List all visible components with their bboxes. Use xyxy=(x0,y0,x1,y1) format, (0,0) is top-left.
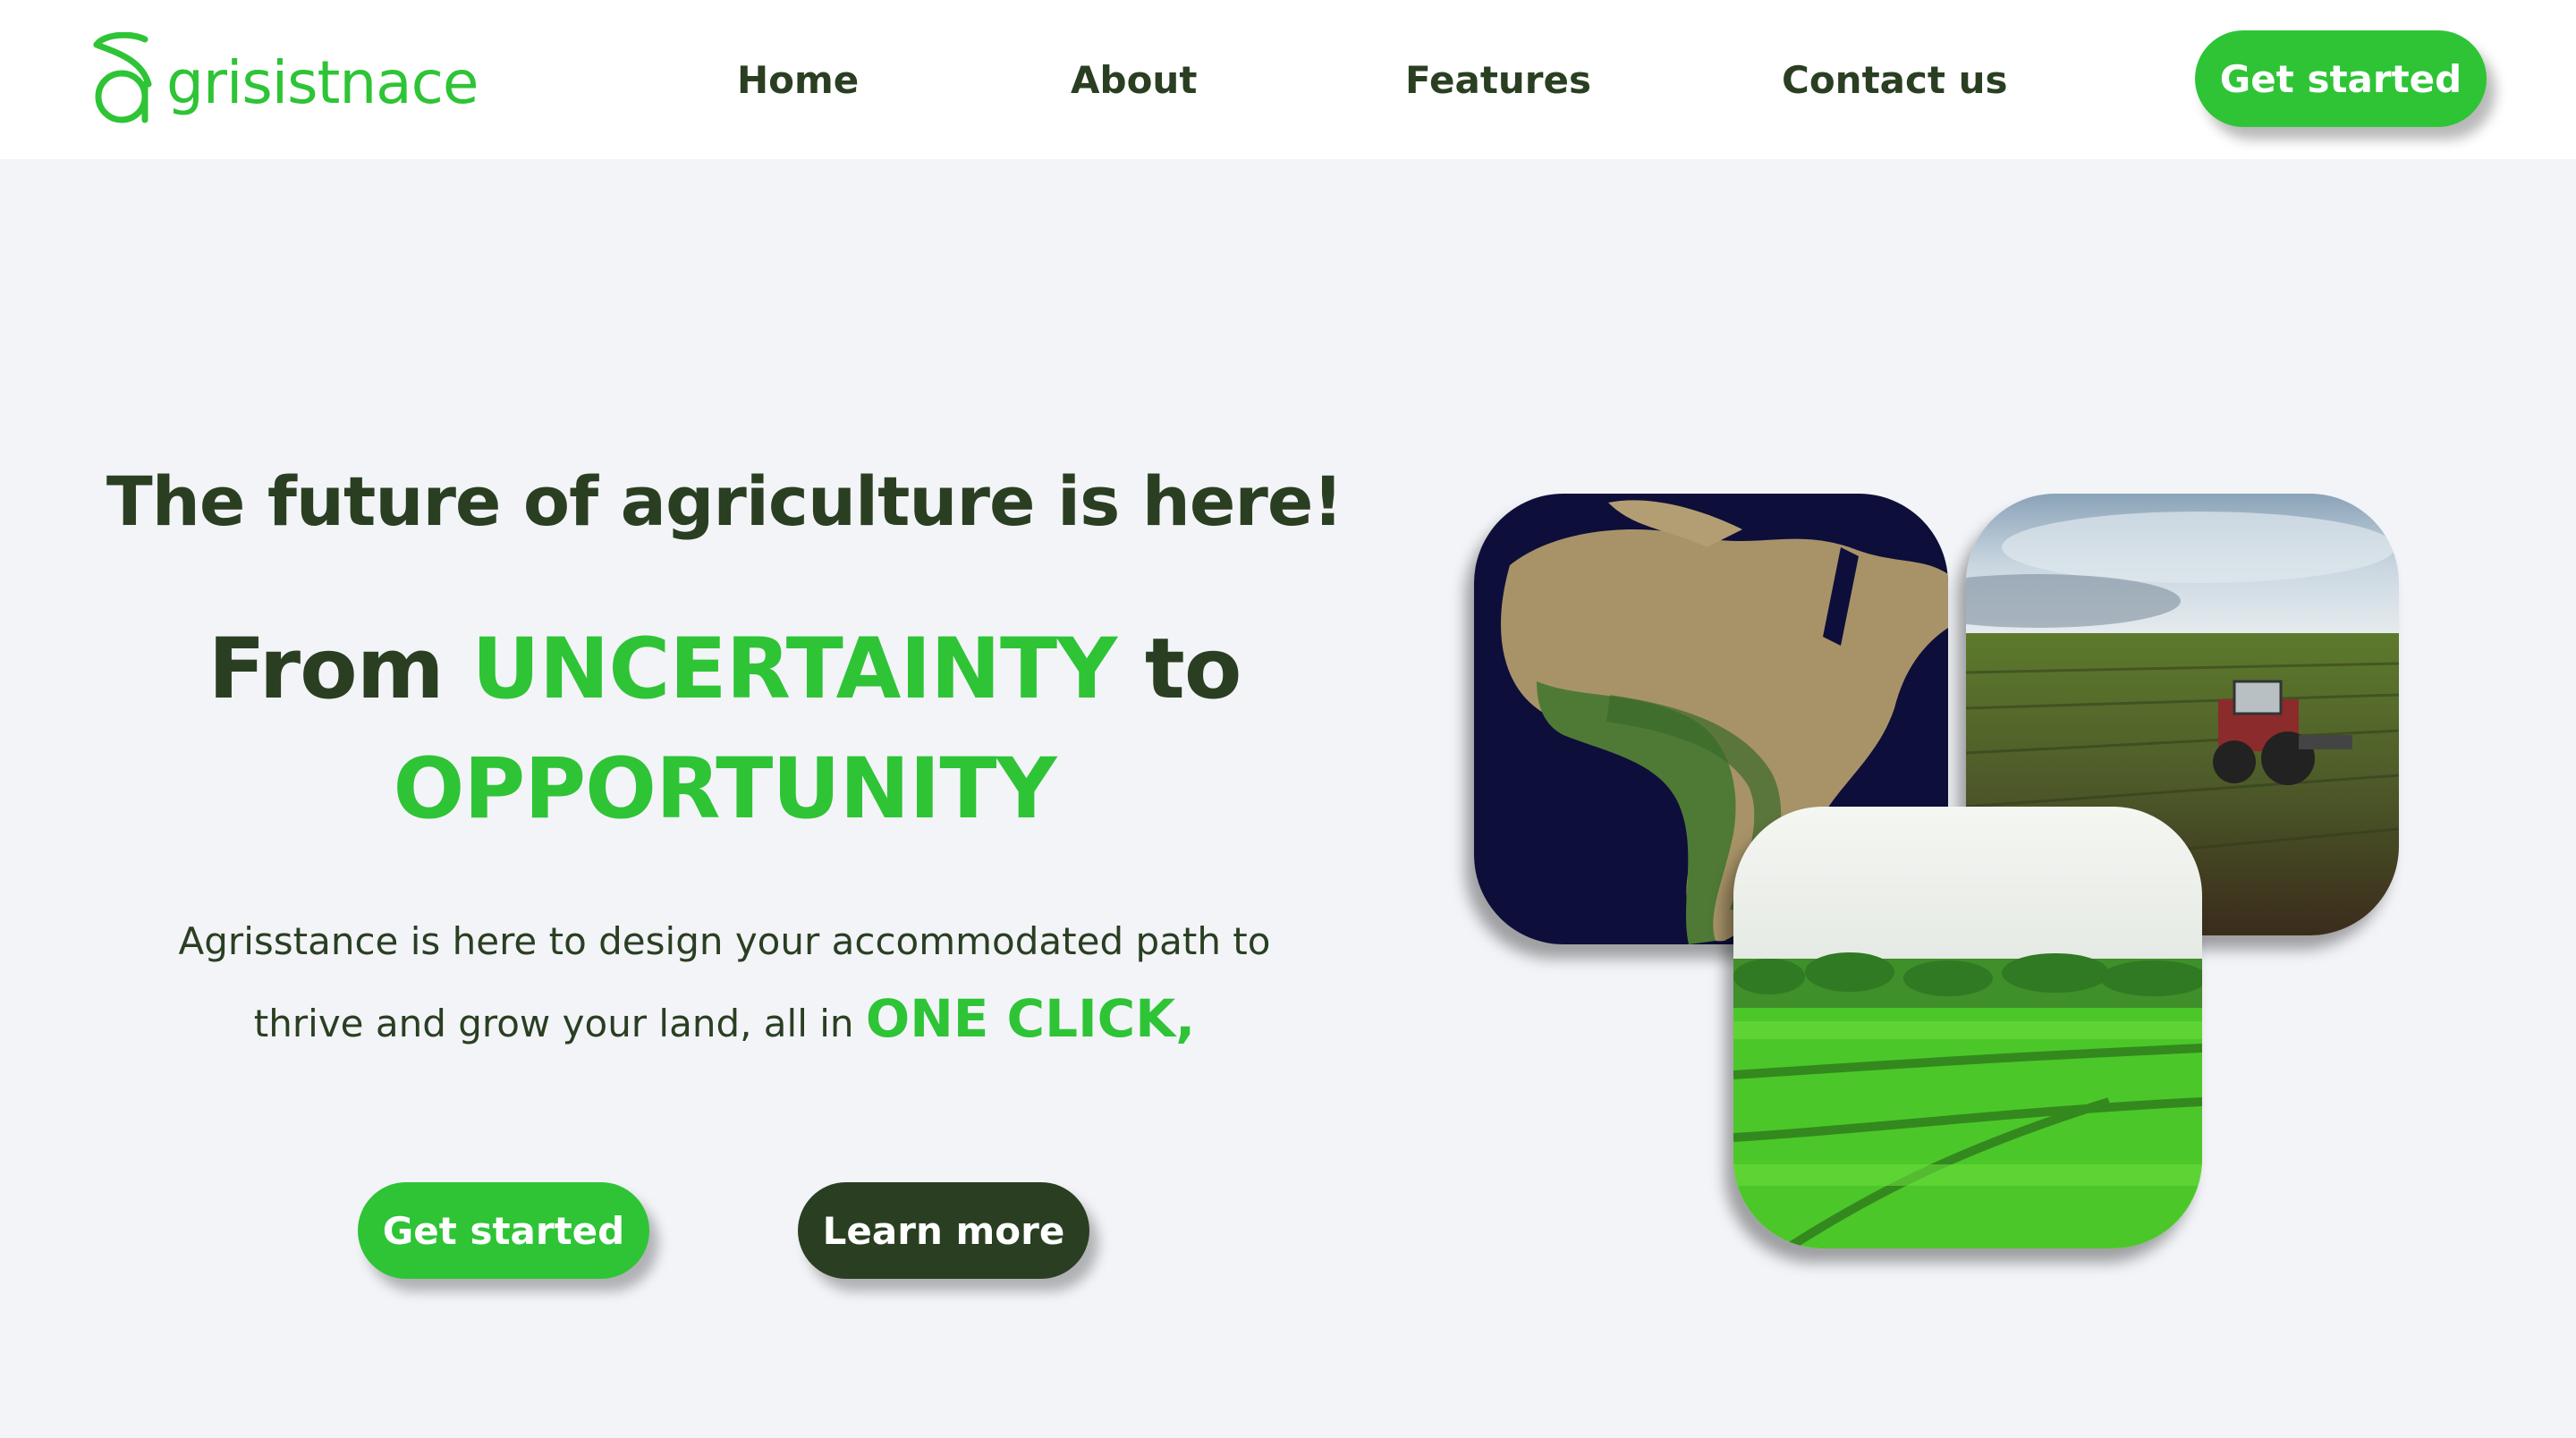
navbar: grisistnace Home About Features Contact … xyxy=(0,0,2576,159)
headline-text-from: From xyxy=(208,621,472,718)
nav-link-about[interactable]: About xyxy=(1071,55,1197,106)
nav-link-contact[interactable]: Contact us xyxy=(1782,55,2008,106)
logo[interactable]: grisistnace xyxy=(88,32,479,125)
headline-text-to: to xyxy=(1116,621,1242,718)
hero-description: Agrisstance is here to design your accom… xyxy=(161,903,1288,1062)
green-crops-image xyxy=(1733,807,2202,1248)
description-line-2: thrive and grow your land, all in xyxy=(253,1002,866,1045)
description-line-1: Agrisstance is here to design your accom… xyxy=(178,919,1271,963)
nav-get-started-button[interactable]: Get started xyxy=(2195,30,2487,127)
hero-subtitle: The future of agriculture is here! xyxy=(106,461,1343,541)
description-emphasis: ONE CLICK, xyxy=(865,988,1196,1049)
nav-link-home[interactable]: Home xyxy=(737,55,859,106)
headline-highlight-uncertainty: UNCERTAINTY xyxy=(471,621,1117,718)
hero-get-started-button[interactable]: Get started xyxy=(358,1182,649,1279)
hero-learn-more-button[interactable]: Learn more xyxy=(798,1182,1089,1279)
nav-link-features[interactable]: Features xyxy=(1405,55,1591,106)
logo-leaf-icon xyxy=(93,32,152,123)
hero-headline: From UNCERTAINTY to OPPORTUNITY xyxy=(125,610,1324,850)
logo-text: grisistnace xyxy=(166,47,479,117)
headline-highlight-opportunity: OPPORTUNITY xyxy=(393,740,1056,838)
